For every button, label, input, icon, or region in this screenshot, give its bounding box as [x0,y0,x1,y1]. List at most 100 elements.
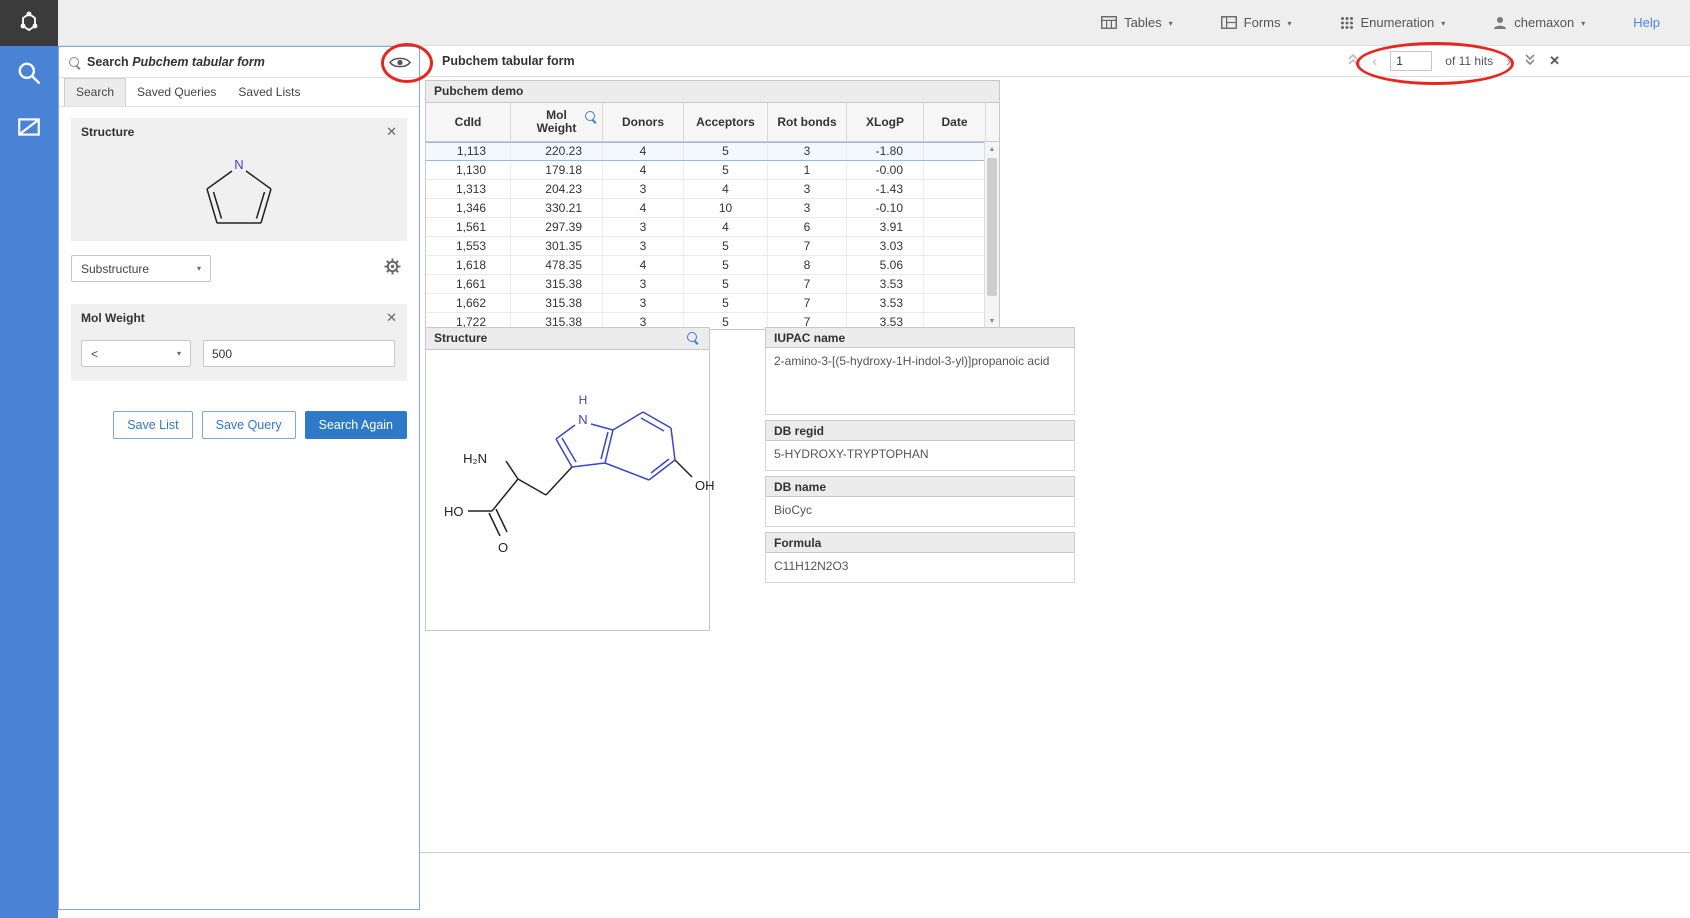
sidebar-item-forms[interactable] [0,100,58,154]
molweight-criterion: Mol Weight ✕ < ▾ [71,304,407,381]
search-again-button[interactable]: Search Again [305,411,407,439]
table-cell: 315.38 [511,294,603,312]
table-row[interactable]: 1,618478.354585.06 [426,256,986,275]
table-cell: 297.39 [511,218,603,236]
svg-text:H₂N: H₂N [463,451,487,466]
column-header-donors[interactable]: Donors [603,103,684,141]
column-header-date[interactable]: Date [924,103,986,141]
tab-search[interactable]: Search [64,78,126,106]
table-cell [924,218,986,236]
table-cell: 1,113 [426,143,511,160]
table-cell: 1,346 [426,199,511,217]
table-cell: 1,130 [426,161,511,179]
structure-criterion: Structure ✕ N [71,118,407,241]
field-value-db-name: BioCyc [765,497,1075,527]
column-header-xlogp[interactable]: XLogP [847,103,924,141]
structure-detail-title: Structure [434,331,487,345]
table-cell: -1.43 [847,180,924,198]
search-type-select[interactable]: Substructure ▾ [71,255,211,282]
table-row[interactable]: 1,661315.383573.53 [426,275,986,294]
column-header-cdid[interactable]: CdId [426,103,511,141]
table-cell: 4 [684,180,768,198]
menu-tables[interactable]: Tables ▾ [1101,15,1173,30]
scroll-thumb[interactable] [987,158,997,296]
content-bottom-divider [420,852,1690,853]
save-query-button[interactable]: Save Query [202,411,296,439]
topbar: Tables ▾ Forms ▾ Enumeration ▾ chemaxon … [0,0,1690,46]
annotation-ellipse-eye [381,43,433,83]
table-cell: 8 [768,256,847,274]
save-list-button[interactable]: Save List [113,411,192,439]
table-cell: 3.91 [847,218,924,236]
table-row[interactable]: 1,553301.353573.03 [426,237,986,256]
table-cell: 5 [684,161,768,179]
table-cell: 1 [768,161,847,179]
menu-user[interactable]: chemaxon ▾ [1493,15,1585,30]
collapse-down-icon[interactable] [1524,53,1536,69]
table-row[interactable]: 1,130179.18451-0.00 [426,161,986,180]
table-row[interactable]: 1,662315.383573.53 [426,294,986,313]
close-icon[interactable]: ✕ [386,124,397,140]
grid-body: 1,113220.23453-1.801,130179.18451-0.001,… [426,142,986,329]
table-cell: 5 [684,294,768,312]
table-cell: 4 [603,161,684,179]
table-cell: 4 [603,256,684,274]
table-cell: 330.21 [511,199,603,217]
search-panel: Search Pubchem tabular form Search Saved… [58,46,420,910]
caret-down-icon: ▾ [197,264,201,273]
forms-edit-icon [16,114,42,140]
help-link[interactable]: Help [1633,15,1660,30]
close-icon[interactable]: ✕ [386,310,397,326]
table-cell [924,237,986,255]
field-value-iupac-name: 2-amino-3-[(5-hydroxy-1H-indol-3-yl)]pro… [765,348,1075,415]
column-header-acceptors[interactable]: Acceptors [684,103,768,141]
table-cell [924,199,986,217]
table-row[interactable]: 1,113220.23453-1.80 [426,142,986,161]
table-cell: 3 [768,143,847,160]
table-cell: 10 [684,199,768,217]
structure-search-icon[interactable] [687,332,697,342]
caret-down-icon: ▾ [1441,17,1445,28]
table-cell: 3 [603,180,684,198]
table-cell: 7 [768,294,847,312]
molweight-input[interactable] [203,340,395,367]
table-cell: 4 [684,218,768,236]
table-row[interactable]: 1,561297.393463.91 [426,218,986,237]
field-label-db-name: DB name [765,476,1075,497]
table-cell: 5 [684,143,768,160]
table-cell: 5 [684,237,768,255]
table-cell: 315.38 [511,275,603,293]
annotation-ellipse-hits [1356,42,1514,85]
table-row[interactable]: 1,346330.214103-0.10 [426,199,986,218]
scroll-up-icon[interactable]: ▲ [985,142,999,157]
menu-forms-label: Forms [1244,15,1281,30]
table-cell [924,256,986,274]
search-panel-header: Search Pubchem tabular form [59,47,419,78]
table-cell: 3.53 [847,275,924,293]
table-cell [924,180,986,198]
app-logo[interactable] [0,0,58,46]
table-cell: 1,661 [426,275,511,293]
menu-enumeration[interactable]: Enumeration ▾ [1340,15,1446,30]
column-header-rot-bonds[interactable]: Rot bonds [768,103,847,141]
table-cell: 3.03 [847,237,924,255]
form-title: Pubchem tabular form [442,54,575,68]
sidebar [0,46,58,918]
sidebar-item-search[interactable] [0,46,58,100]
vertical-scrollbar[interactable]: ▲ ▼ [984,142,999,329]
operator-select[interactable]: < ▾ [81,340,191,367]
field-value-formula: C11H12N2O3 [765,553,1075,583]
table-row[interactable]: 1,313204.23343-1.43 [426,180,986,199]
search-type-row: Substructure ▾ [71,255,407,282]
gear-icon[interactable] [384,258,401,280]
column-header-mol-weight[interactable]: Mol Weight [511,103,603,141]
menu-forms[interactable]: Forms ▾ [1221,15,1292,30]
table-cell: 3 [603,237,684,255]
tab-saved-lists[interactable]: Saved Lists [227,79,311,106]
table-cell: 301.35 [511,237,603,255]
search-icon [69,57,79,67]
structure-query-canvas[interactable]: N [71,146,407,241]
table-cell [924,143,986,160]
close-icon[interactable]: ✕ [1549,53,1560,69]
tab-saved-queries[interactable]: Saved Queries [126,79,227,106]
